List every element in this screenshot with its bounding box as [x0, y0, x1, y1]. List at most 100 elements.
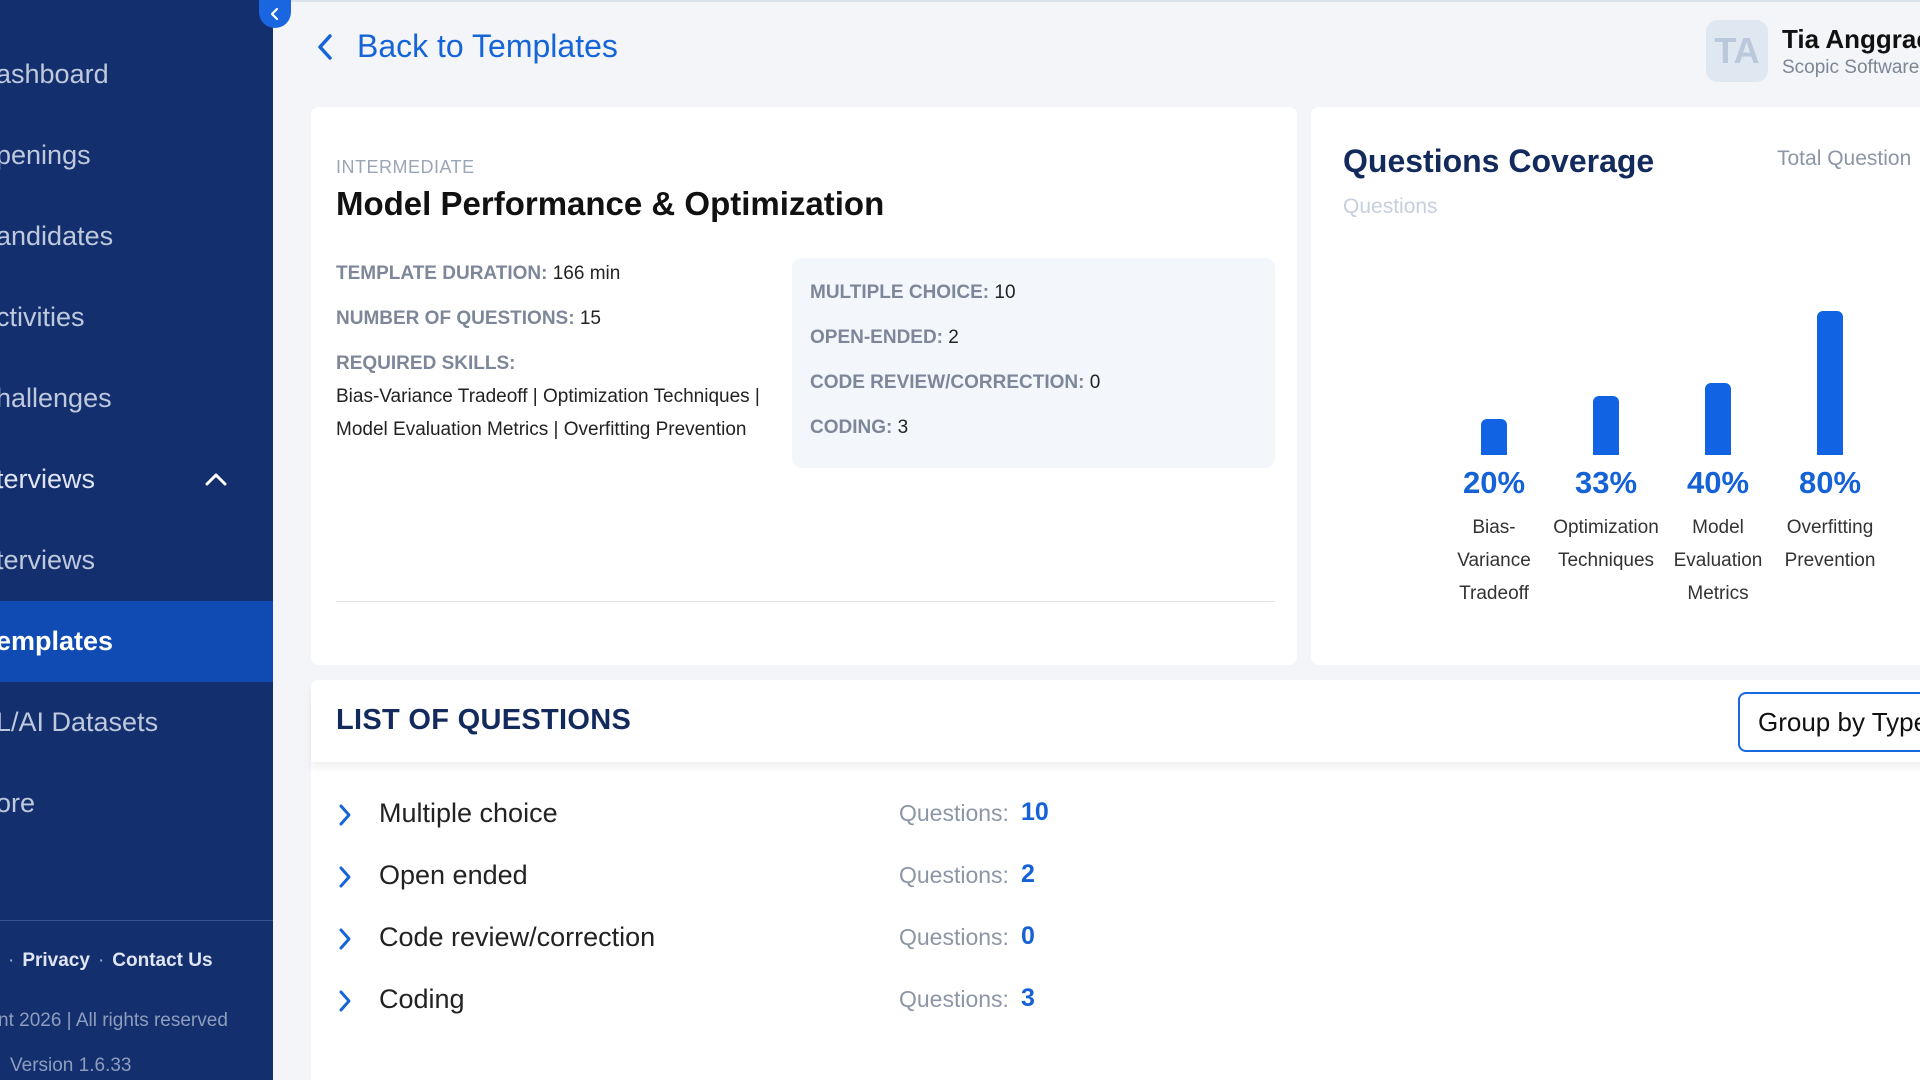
question-count-value: 3 [1021, 984, 1035, 1012]
meta-key: TEMPLATE DURATION: [336, 263, 548, 284]
question-group-name: Open ended [379, 860, 528, 890]
required-skills-value: Bias-Variance Tradeoff | Optimization Te… [336, 386, 760, 440]
sidebar-item-label: ctivities [0, 302, 85, 332]
question-types-summary: MULTIPLE CHOICE: 10 OPEN-ENDED: 2 CODE R… [792, 258, 1275, 468]
sidebar-item-label: hallenges [0, 383, 112, 413]
chart-category-label: Overfitting Prevention [1770, 511, 1890, 577]
template-level: INTERMEDIATE [336, 157, 475, 177]
questions-list-title: LIST OF QUESTIONS [336, 704, 632, 736]
chart-category-label-line: Bias- [1472, 517, 1516, 538]
sidebar-group-interviews[interactable]: terviews [0, 439, 273, 520]
sidebar-item-more[interactable]: ore [0, 763, 273, 844]
chevron-left-icon [270, 7, 279, 21]
sidebar-divider [0, 920, 273, 921]
question-count-value: 2 [1021, 860, 1035, 888]
question-count-label: Questions: [899, 986, 1009, 1012]
questions-list-card: LIST OF QUESTIONS Group by Type Multiple… [311, 680, 1920, 1080]
back-to-templates-link[interactable]: Back to Templates [315, 28, 618, 65]
question-group-row[interactable]: Code review/correction Questions: 0 [311, 914, 1920, 964]
type-open-ended: OPEN-ENDED: 2 [810, 327, 959, 349]
question-group-row[interactable]: Coding Questions: 3 [311, 976, 1920, 1026]
top-divider [273, 0, 1920, 2]
chevron-right-icon [339, 928, 351, 950]
sidebar-item-candidates[interactable]: andidates [0, 196, 273, 277]
chart-category-label: Optimization Techniques [1546, 511, 1666, 577]
question-count-label: Questions: [899, 800, 1009, 826]
contact-us-link[interactable]: Contact Us [112, 950, 212, 971]
footer-separator: · [97, 950, 105, 971]
sidebar-item-openings[interactable]: penings [0, 115, 273, 196]
sidebar-item-label: ashboard [0, 59, 109, 89]
chart-category-label-line: Tradeoff [1459, 583, 1529, 604]
group-by-type-dropdown[interactable]: Group by Type [1738, 692, 1920, 752]
question-group-name: Code review/correction [379, 922, 656, 952]
sidebar-item-label: terviews [0, 545, 96, 575]
chevron-right-icon [339, 804, 351, 826]
question-group-row[interactable]: Open ended Questions: 2 [311, 852, 1920, 902]
type-multiple-choice: MULTIPLE CHOICE: 10 [810, 282, 1016, 304]
chevron-left-icon [318, 33, 332, 60]
back-link-label: Back to Templates [357, 28, 618, 64]
meta-key: CODE REVIEW/CORRECTION: [810, 372, 1085, 393]
type-code-review: CODE REVIEW/CORRECTION: 0 [810, 372, 1100, 394]
sidebar-collapse-button[interactable] [259, 0, 291, 28]
sidebar-item-templates[interactable]: emplates [0, 601, 273, 682]
chevron-right-icon [339, 866, 351, 888]
sidebar-item-label: terviews [0, 464, 96, 494]
question-count-value: 0 [1021, 922, 1035, 950]
chart-value-label: 33% [1574, 465, 1638, 500]
version-text: Version 1.6.33 [10, 1055, 132, 1076]
user-menu[interactable]: TA Tia Anggrae Scopic Software [1706, 20, 1920, 82]
sidebar-item-challenges[interactable]: hallenges [0, 358, 273, 439]
meta-value: 15 [579, 308, 601, 329]
meta-key: NUMBER OF QUESTIONS: [336, 308, 575, 329]
privacy-link[interactable]: Privacy [22, 950, 90, 971]
sidebar-item-label: emplates [0, 626, 114, 656]
sidebar-item-label: penings [0, 140, 91, 170]
questions-list-header: LIST OF QUESTIONS Group by Type [311, 680, 1920, 762]
questions-coverage-card: Questions Coverage Questions Total Quest… [1311, 107, 1920, 665]
required-skills-label: REQUIRED SKILLS: [336, 353, 515, 375]
meta-value: 2 [948, 327, 959, 348]
chart-category-label-line: Evaluation [1673, 550, 1763, 571]
chart-category-label: Model Evaluation Metrics [1658, 511, 1778, 610]
chart-category-label-line: Overfitting [1786, 517, 1874, 538]
chart-bar [1481, 419, 1507, 455]
chart-category-label: Bias- Variance Tradeoff [1434, 511, 1554, 610]
coverage-subtitle: Questions [1343, 195, 1438, 218]
coverage-title: Questions Coverage [1343, 143, 1655, 179]
meta-key: REQUIRED SKILLS: [336, 353, 516, 374]
chart-category-label-line: Metrics [1687, 583, 1749, 604]
user-organization: Scopic Software [1782, 56, 1920, 78]
chart-category-label-line: Techniques [1557, 550, 1655, 571]
sidebar-item-label: andidates [0, 221, 114, 251]
chart-category-label-line: Optimization [1553, 517, 1659, 538]
user-name: Tia Anggrae [1782, 23, 1920, 54]
chevron-up-icon [205, 473, 227, 486]
chart-category-label-line: Variance [1457, 550, 1531, 571]
chevron-right-icon [339, 990, 351, 1012]
template-details-card: INTERMEDIATE Model Performance & Optimiz… [311, 107, 1297, 665]
question-count-label: Questions: [899, 924, 1009, 950]
meta-value: 3 [897, 417, 909, 438]
question-group-row[interactable]: Multiple choice Questions: 10 [311, 790, 1920, 840]
total-questions-label: Total Question [1777, 147, 1912, 170]
number-of-questions: NUMBER OF QUESTIONS: 15 [336, 308, 601, 330]
sidebar-item-interviews-sub[interactable]: terviews [0, 520, 273, 601]
sidebar-item-dashboard[interactable]: ashboard [0, 34, 273, 115]
chart-value-label: 80% [1798, 465, 1862, 500]
chart-bar [1705, 383, 1731, 455]
chart-value-label: 40% [1686, 465, 1750, 500]
chart-bar [1593, 396, 1619, 455]
template-duration: TEMPLATE DURATION: 166 min [336, 263, 620, 285]
sidebar-item-activities[interactable]: ctivities [0, 277, 273, 358]
question-group-name: Coding [379, 984, 465, 1014]
question-group-name: Multiple choice [379, 798, 558, 828]
meta-key: MULTIPLE CHOICE: [810, 282, 990, 303]
sidebar-item-ml-ai-datasets[interactable]: L/AI Datasets [0, 682, 273, 763]
meta-value: 0 [1089, 372, 1101, 393]
template-title: Model Performance & Optimization [336, 185, 885, 222]
type-coding: CODING: 3 [810, 417, 908, 439]
question-count-label: Questions: [899, 862, 1009, 888]
chart-category-label-line: Prevention [1784, 550, 1876, 571]
